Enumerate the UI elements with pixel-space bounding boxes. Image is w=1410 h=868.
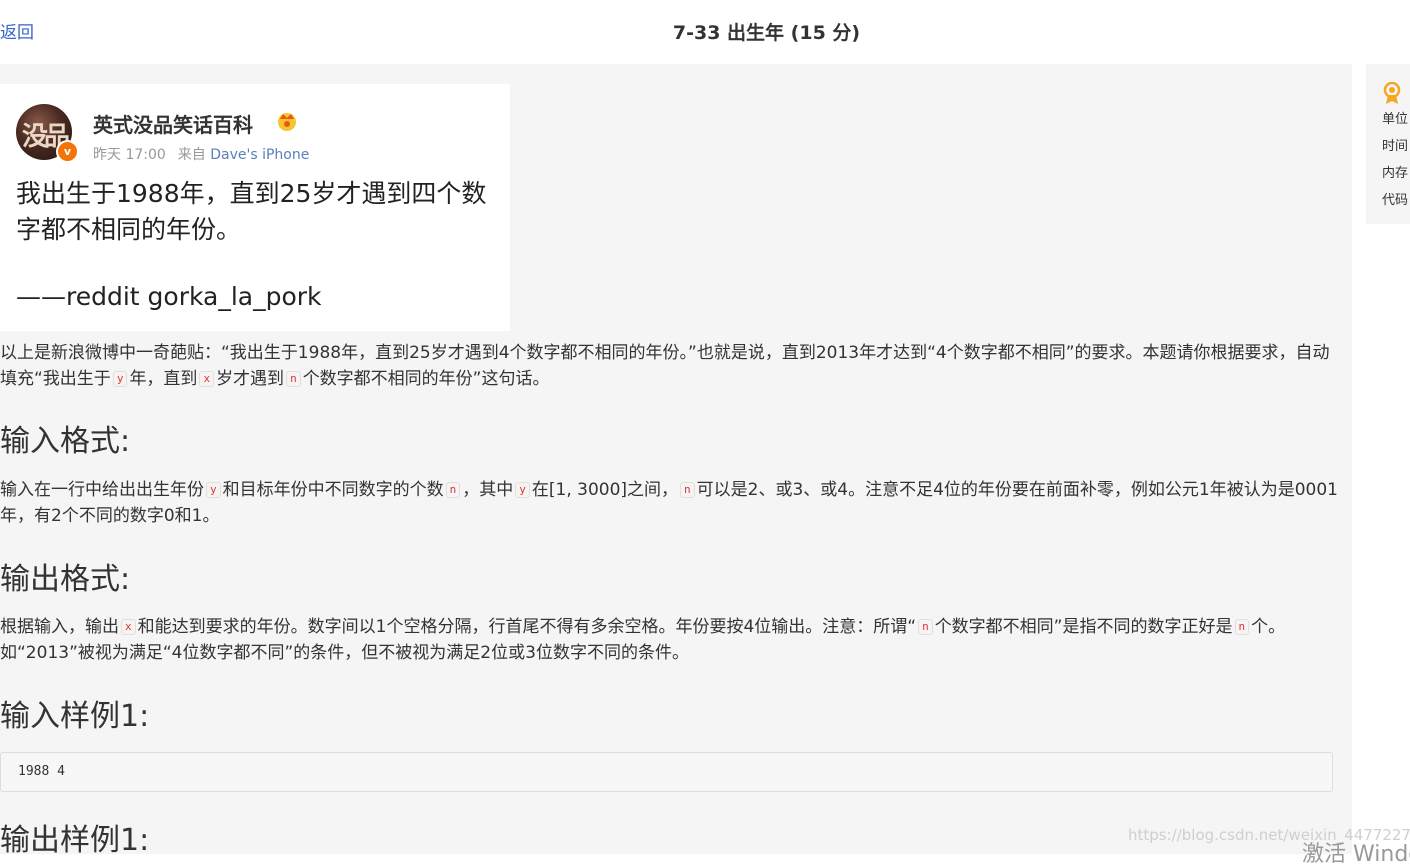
inline-code: n [445,482,461,498]
page-title: 7-33 出生年 (15 分) [672,22,861,44]
input-format-text: 输入在一行中给出出生年份 y 和目标年份中不同数字的个数 n ，其中 y 在[1, 3000… [0,477,1340,529]
inline-code: x [199,371,215,387]
inline-code: n [918,619,933,635]
sample-output-heading: 输出样例1: [0,823,150,854]
weibo-screenshot-image: 没品 v 英式没品笑话百科 昨天 17:00 来自 Dave's iPhone 我… [0,84,510,331]
problem-content[interactable]: 没品 v 英式没品笑话百科 昨天 17:00 来自 Dave's iPhone 我… [0,64,1352,854]
text-segment: 个数字都不相同”是指不同的数字正好是 [934,617,1233,637]
inline-code: n [680,482,695,498]
top-bar: 返回 7-33 出生年 (15 分) [0,0,1410,62]
text-segment: 在[1, 3000]之间， [531,480,679,500]
text-segment: 个数字都不相同的年份”这句话。 [302,369,550,389]
output-format-heading: 输出格式: [0,562,131,597]
text-segment: 和能达到要求的年份。数字间以1个空格分隔，行首尾不得有多余空格。年份要按4位输出… [137,617,917,637]
inline-code: n [286,371,301,387]
input-format-heading: 输入格式: [0,424,131,459]
inline-code: x [121,619,136,635]
weibo-meta: 昨天 17:00 来自 Dave's iPhone [93,144,309,164]
weibo-quote: 我出生于1988年，直到25岁才遇到四个数字都不相同的年份。 [16,179,487,244]
side-item-time: 时间 [1382,139,1409,154]
text-segment: 根据输入，输出 [0,617,119,637]
inline-code: y [515,482,530,498]
weibo-source-prefix: 来自 [177,147,206,163]
text-segment: 年，直到 [129,369,198,389]
inline-code: n [1234,619,1250,635]
inline-code: y [112,371,128,387]
panel-divider [1352,64,1366,854]
sample-input-heading: 输入样例1: [0,699,150,734]
problem-description: 以上是新浪微博中一奇葩贴：“我出生于1988年，直到25岁才遇到4个数字都不相同… [0,340,1340,392]
weibo-time: 昨天 17:00 [93,147,166,163]
verified-icon: v [56,140,79,163]
side-item-memory: 内存 [1382,166,1409,181]
weibo-attribution: ——reddit gorka_la_pork [16,282,322,311]
sample-input-box[interactable]: 1988 4 [0,752,1333,792]
weibo-device: Dave's iPhone [210,147,310,163]
text-segment: 输入在一行中给出出生年份 [0,480,204,500]
sample-input-content: 1988 4 [18,764,65,779]
medal-icon [1383,82,1401,104]
windows-activation-overlay: 激活 Windo [1302,842,1410,867]
side-item-unit: 单位 [1382,112,1409,127]
text-segment: ，其中 [462,480,514,500]
text-segment: 和目标年份中不同数字的个数 [222,480,444,500]
weibo-username: 英式没品笑话百科 [93,113,253,137]
inline-code: y [206,482,221,498]
output-format-text: 根据输入，输出 x 和能达到要求的年份。数字间以1个空格分隔，行首尾不得有多余空格。… [0,614,1340,666]
side-item-code: 代码 [1382,193,1409,208]
text-segment: 岁才遇到 [216,369,285,389]
problem-info-panel: 单位 时间 内存 代码 [1366,64,1410,224]
crown-icon [278,113,296,131]
